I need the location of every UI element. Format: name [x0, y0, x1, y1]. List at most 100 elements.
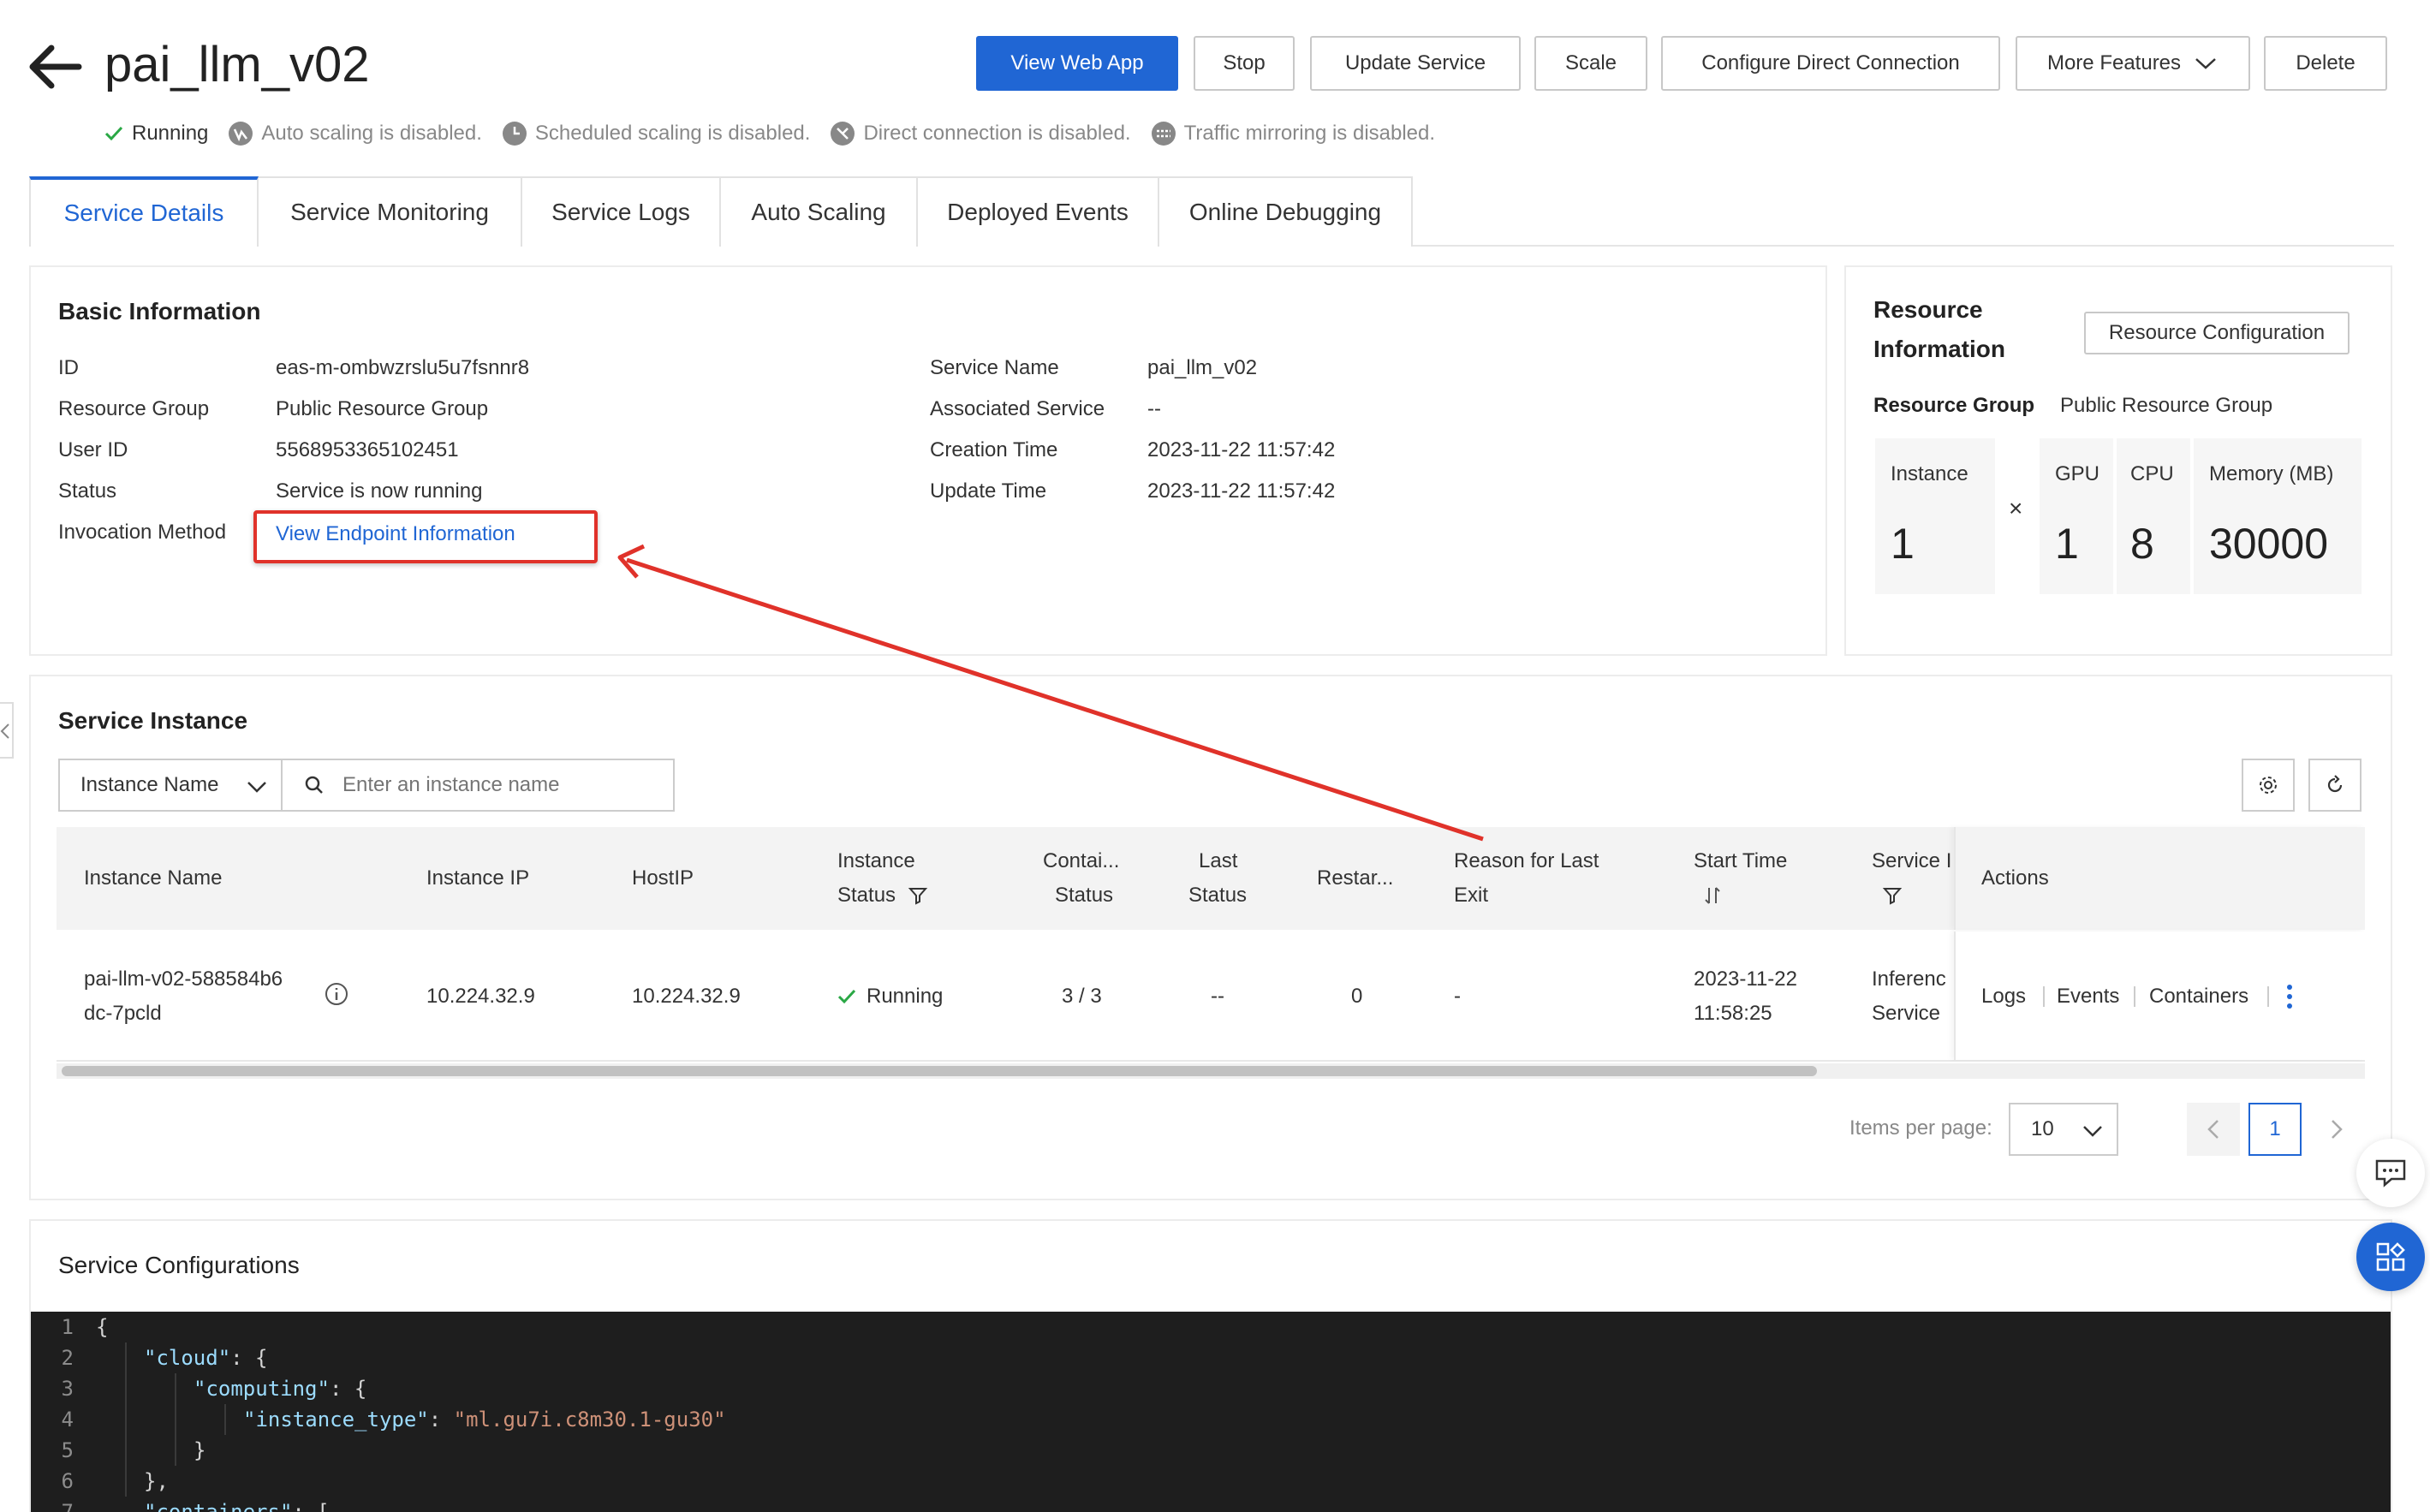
tab-service-details[interactable]: Service Details	[29, 176, 259, 247]
direct-connection-icon	[831, 122, 855, 146]
memory-label: Memory (MB)	[2209, 462, 2334, 485]
check-icon	[104, 126, 123, 141]
resource-information-title-line1: Resource	[1873, 296, 1983, 323]
cpu-box: CPU 8	[2117, 438, 2190, 594]
feedback-float-button[interactable]	[2356, 1139, 2425, 1207]
basic-information-card: Basic Information ID eas-m-ombwzrslu5u7f…	[29, 265, 1827, 656]
resource-group-value: Public Resource Group	[276, 397, 489, 420]
tab-service-monitoring[interactable]: Service Monitoring	[259, 176, 522, 247]
auto-scaling-icon	[229, 122, 253, 146]
traffic-mirroring-icon	[1151, 122, 1176, 146]
col-last-status-l1: Last	[1199, 849, 1238, 872]
page-1-button[interactable]: 1	[2248, 1103, 2302, 1156]
instance-name-line2: dc-7pcld	[84, 1002, 162, 1025]
next-page-button[interactable]	[2310, 1103, 2363, 1156]
traffic-mirroring-status: Traffic mirroring is disabled.	[1150, 120, 1435, 147]
instance-name-line1: pai-llm-v02-588584b6	[84, 967, 283, 991]
page-title: pai_llm_v02	[104, 37, 370, 92]
info-icon[interactable]	[324, 981, 349, 1007]
line-number: 1	[61, 1315, 74, 1339]
basic-information-title: Basic Information	[58, 298, 261, 324]
prev-page-button[interactable]	[2187, 1103, 2240, 1156]
more-features-label: More Features	[2046, 51, 2182, 74]
table-settings-button[interactable]	[2242, 759, 2295, 812]
instance-search-input[interactable]	[342, 773, 651, 797]
col-instance-status[interactable]: Status	[837, 878, 928, 913]
restarts-value: 0	[1351, 985, 1363, 1008]
tab-service-logs[interactable]: Service Logs	[522, 176, 721, 247]
instance-ip-value: 10.224.32.9	[426, 985, 535, 1008]
tab-auto-scaling[interactable]: Auto Scaling	[721, 176, 918, 247]
gear-icon	[2260, 777, 2277, 794]
chevron-left-icon	[0, 723, 9, 739]
clock-icon	[502, 122, 527, 146]
service-name-value: pai_llm_v02	[1147, 356, 1258, 379]
associated-service-value: --	[1147, 397, 1161, 420]
creation-time-value: 2023-11-22 11:57:42	[1147, 438, 1336, 461]
gpu-box: GPU 1	[2040, 438, 2113, 594]
instance-search-box	[281, 759, 675, 812]
delete-button[interactable]: Delete	[2264, 36, 2387, 91]
search-icon	[305, 776, 323, 794]
back-arrow-icon[interactable]	[26, 34, 86, 94]
check-icon	[837, 989, 856, 1004]
associated-service-label: Associated Service	[930, 397, 1105, 420]
direct-connection-status: Direct connection is disabled.	[829, 120, 1131, 147]
instance-label: Instance	[1891, 462, 1968, 485]
sidebar-collapse-handle[interactable]	[0, 702, 14, 759]
resource-configuration-button[interactable]: Resource Configuration	[2084, 312, 2350, 354]
filter-icon[interactable]	[908, 885, 928, 906]
user-id-label: User ID	[58, 438, 128, 461]
events-link[interactable]: Events	[2057, 979, 2119, 1014]
sort-icon[interactable]	[1702, 885, 1723, 906]
stop-button[interactable]: Stop	[1194, 36, 1295, 91]
config-code-editor[interactable]: 1 { 2 "cloud": { 3 "computing": { 4 "ins…	[31, 1312, 2391, 1512]
start-time-line2: 11:58:25	[1694, 1002, 1772, 1025]
containers-link[interactable]: Containers	[2149, 979, 2248, 1014]
resource-group-label: Resource Group	[58, 397, 210, 420]
scrollbar-thumb[interactable]	[62, 1066, 1817, 1076]
resource-information-card: Resource Information Resource Configurat…	[1844, 265, 2392, 656]
chevron-down-icon	[247, 782, 266, 793]
line-number: 2	[61, 1346, 74, 1370]
items-per-page-label: Items per page:	[1849, 1116, 1992, 1140]
resource-group-value: Public Resource Group	[2060, 394, 2273, 417]
table-horizontal-scrollbar[interactable]	[57, 1063, 2365, 1079]
more-vertical-icon[interactable]	[2284, 983, 2295, 1010]
auto-scaling-status: Auto scaling is disabled.	[227, 120, 482, 147]
invocation-method-label: Invocation Method	[58, 521, 227, 544]
apps-float-button[interactable]	[2356, 1223, 2425, 1291]
col-instance-name: Instance Name	[84, 866, 223, 890]
service-type-line1: Inferenc	[1872, 967, 1946, 991]
annotation-highlight-box	[253, 510, 598, 563]
filter-icon[interactable]	[1882, 885, 1903, 906]
code-line: "cloud": {	[144, 1346, 268, 1370]
scale-button[interactable]: Scale	[1534, 36, 1647, 91]
id-value: eas-m-ombwzrslu5u7fsnnr8	[276, 356, 530, 379]
configure-direct-connection-button[interactable]: Configure Direct Connection	[1661, 36, 2000, 91]
instance-status-value: Running	[836, 979, 943, 1014]
refresh-icon	[2327, 775, 2343, 793]
update-time-label: Update Time	[930, 479, 1047, 503]
tab-deployed-events[interactable]: Deployed Events	[918, 176, 1159, 247]
indent-guide	[224, 1404, 226, 1435]
more-features-dropdown[interactable]: More Features	[2016, 36, 2250, 91]
action-divider	[2043, 986, 2045, 1007]
col-instance-ip: Instance IP	[426, 866, 530, 890]
update-service-button[interactable]: Update Service	[1310, 36, 1521, 91]
tab-online-debugging[interactable]: Online Debugging	[1159, 176, 1413, 247]
col-restarts: Restar...	[1317, 866, 1394, 890]
col-container-status-l1: Contai...	[1043, 849, 1120, 872]
instance-filter-select[interactable]: Instance Name	[58, 759, 283, 812]
col-host-ip: HostIP	[632, 866, 694, 890]
code-line: }	[194, 1438, 206, 1462]
view-web-app-button[interactable]: View Web App	[976, 36, 1178, 91]
logs-link[interactable]: Logs	[1981, 979, 2026, 1014]
line-number: 7	[61, 1500, 74, 1512]
host-ip-value: 10.224.32.9	[632, 985, 741, 1008]
chevron-down-icon	[2083, 1126, 2102, 1137]
cpu-label: CPU	[2130, 462, 2174, 485]
action-divider	[2134, 986, 2135, 1007]
refresh-button[interactable]	[2308, 759, 2362, 812]
page-size-select[interactable]: 10	[2009, 1103, 2118, 1156]
